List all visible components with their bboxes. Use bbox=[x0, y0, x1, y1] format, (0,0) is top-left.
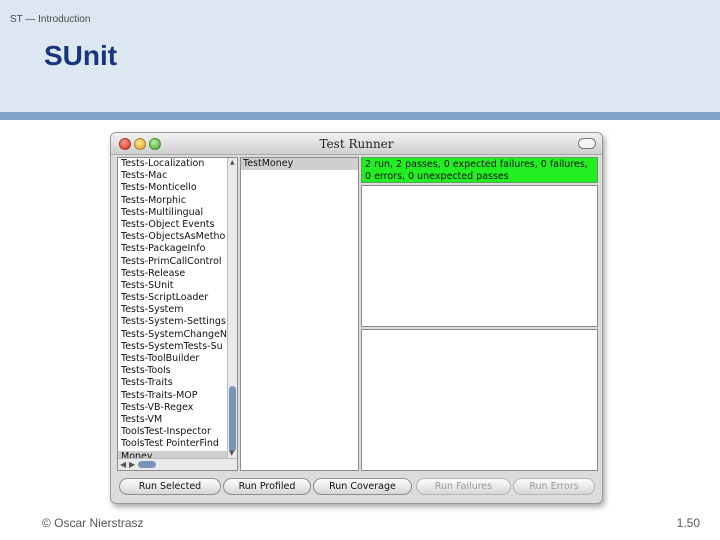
category-item[interactable]: Tests-PrimCallControl bbox=[118, 256, 228, 268]
scroll-right-arrow-icon[interactable]: ▶ bbox=[129, 460, 135, 469]
category-item[interactable]: ToolsTest PointerFind bbox=[118, 438, 228, 450]
category-item[interactable]: Tests-Monticello bbox=[118, 182, 228, 194]
run-selected-button[interactable]: Run Selected bbox=[119, 478, 221, 495]
category-item[interactable]: Tests-Mac bbox=[118, 170, 228, 182]
category-item[interactable]: Tests-SystemTests-Su bbox=[118, 341, 228, 353]
category-item[interactable]: Tests-ObjectsAsMetho bbox=[118, 231, 228, 243]
slide-title: SUnit bbox=[44, 40, 118, 71]
window-titlebar[interactable]: Test Runner bbox=[111, 133, 602, 155]
result-summary-text: 2 run, 2 passes, 0 expected failures, 0 … bbox=[365, 159, 588, 182]
breadcrumb: ST — Introduction bbox=[10, 14, 91, 25]
test-class-list-pane[interactable]: TestMoney bbox=[240, 157, 359, 471]
category-item[interactable]: Tests-System bbox=[118, 304, 228, 316]
category-item[interactable]: Tests-SystemChangeN bbox=[118, 329, 228, 341]
category-item[interactable]: Tests-Traits-MOP bbox=[118, 390, 228, 402]
run-errors-button[interactable]: Run Errors bbox=[513, 478, 595, 495]
footer-copyright: © Oscar Nierstrasz bbox=[42, 516, 144, 530]
window-title: Test Runner bbox=[319, 137, 394, 151]
category-item[interactable]: Tests-Object Events bbox=[118, 219, 228, 231]
run-coverage-button[interactable]: Run Coverage bbox=[313, 478, 412, 495]
category-item[interactable]: Tests-Traits bbox=[118, 377, 228, 389]
category-item[interactable]: ToolsTest-Inspector bbox=[118, 426, 228, 438]
category-item[interactable]: Tests-Release bbox=[118, 268, 228, 280]
category-item[interactable]: Tests-Multilingual bbox=[118, 207, 228, 219]
category-item[interactable]: Tests-PackageInfo bbox=[118, 243, 228, 255]
category-item[interactable]: Tests-ToolBuilder bbox=[118, 353, 228, 365]
header-rule bbox=[0, 112, 720, 120]
category-item[interactable]: Tests-Localization bbox=[118, 158, 228, 170]
scroll-up-arrow-icon[interactable]: ▲ bbox=[230, 160, 235, 166]
category-item[interactable]: Tests-Morphic bbox=[118, 195, 228, 207]
category-horizontal-scrollbar[interactable]: ◀ ▶ bbox=[118, 458, 237, 470]
failures-list-pane[interactable] bbox=[361, 185, 598, 327]
category-vertical-scroll-thumb[interactable] bbox=[229, 386, 236, 452]
category-item[interactable]: Tests-VB-Regex bbox=[118, 402, 228, 414]
category-item[interactable]: Tests-System-Settings bbox=[118, 316, 228, 328]
errors-list-pane[interactable] bbox=[361, 329, 598, 471]
category-item[interactable]: Money bbox=[118, 450, 228, 458]
run-profiled-button[interactable]: Run Profiled bbox=[223, 478, 311, 495]
scroll-left-arrow-icon[interactable]: ◀ bbox=[120, 460, 126, 469]
category-list-pane[interactable]: Tests-Localization Tests-Mac Tests-Montice… bbox=[117, 157, 238, 471]
page-number: 1.50 bbox=[676, 516, 700, 530]
category-list[interactable]: Tests-Localization Tests-Mac Tests-Montice… bbox=[118, 158, 228, 458]
category-item[interactable]: Tests-VM bbox=[118, 414, 228, 426]
category-item[interactable]: Tests-ScriptLoader bbox=[118, 292, 228, 304]
run-failures-button[interactable]: Run Failures bbox=[416, 478, 511, 495]
category-item[interactable]: Tests-Tools bbox=[118, 365, 228, 377]
scroll-down-arrow-icon[interactable]: ▼ bbox=[229, 450, 234, 457]
toolbar-toggle-icon[interactable] bbox=[578, 138, 596, 149]
test-class-item[interactable]: TestMoney bbox=[241, 158, 358, 170]
category-vertical-scrollbar[interactable]: ▲ ▼ bbox=[227, 158, 237, 458]
category-horizontal-scroll-thumb[interactable] bbox=[138, 461, 156, 468]
test-runner-window: Test Runner Tests-Localization Tests-Mac T… bbox=[110, 132, 603, 504]
result-summary-pane: 2 run, 2 passes, 0 expected failures, 0 … bbox=[361, 157, 598, 183]
category-item[interactable]: Tests-SUnit bbox=[118, 280, 228, 292]
